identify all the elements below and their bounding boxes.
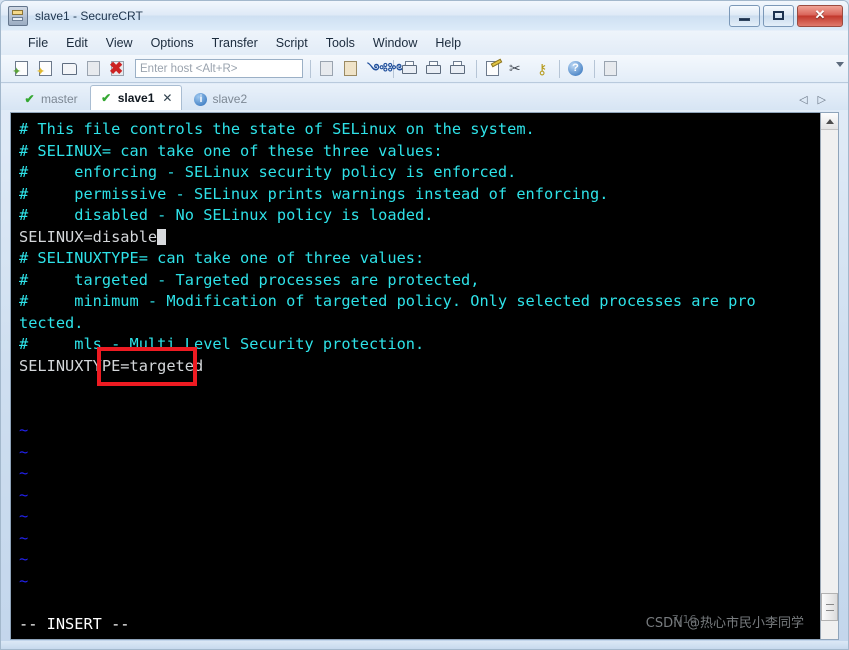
help-icon[interactable]: ? [565, 59, 587, 79]
paste-icon[interactable] [340, 59, 362, 79]
menu-item-help[interactable]: Help [426, 33, 470, 53]
toolbar: ✦ ✦ ✖ Enter host <Alt+R> ༺༻ ✂ ⚷ ? [1, 55, 848, 83]
terminal-line: ~ [19, 485, 29, 504]
terminal-line: ~ [19, 528, 29, 547]
tab-label: slave1 [117, 91, 155, 105]
toolbar-separator [594, 59, 595, 78]
toolbar-separator [476, 59, 477, 78]
text-cursor [157, 228, 167, 245]
print-screen-icon[interactable] [399, 59, 421, 79]
lock-window-icon[interactable] [600, 59, 622, 79]
tab-slave1[interactable]: ✔ slave1 ✕ [89, 85, 183, 110]
tab-label: slave2 [212, 92, 248, 106]
status-bar [1, 641, 848, 649]
terminal-line: SELINUX=disable [19, 227, 820, 249]
maximize-icon [773, 11, 784, 20]
terminal-screen[interactable]: # This file controls the state of SELinu… [11, 113, 820, 639]
watermark: CSDN @热心市民小李同学 7/16 [646, 612, 804, 631]
disconnect-icon[interactable]: ✖ [107, 59, 129, 79]
terminal-line: tected. [19, 313, 84, 332]
tab-label: master [41, 92, 78, 106]
terminal-scrollbar[interactable] [820, 113, 838, 639]
print-icon[interactable] [447, 59, 469, 79]
menu-item-tools[interactable]: Tools [317, 33, 364, 53]
vim-status-line: -- INSERT -- [19, 614, 130, 633]
securecrt-app-icon [8, 5, 28, 26]
terminal-line: # This file controls the state of SELinu… [19, 120, 535, 138]
terminal-line: ~ [19, 442, 29, 461]
terminal-line: # enforcing - SELinux security policy is… [19, 163, 517, 181]
terminal-line: ~ [19, 421, 29, 439]
menu-item-view[interactable]: View [97, 33, 142, 53]
scrollbar-thumb[interactable] [821, 593, 838, 621]
terminal-line: # targeted - Targeted processes are prot… [19, 270, 480, 289]
clear-screen-icon[interactable]: ✂ [506, 59, 528, 79]
title-bar[interactable]: slave1 - SecureCRT ✕ [1, 1, 848, 30]
key-icon[interactable]: ⚷ [530, 59, 552, 79]
terminal-line: ~ [19, 507, 29, 525]
close-icon: ✕ [814, 7, 826, 22]
menu-bar: File Edit View Options Transfer Script T… [1, 31, 848, 55]
reconnect-icon[interactable] [83, 59, 105, 79]
session-tab-bar: ✔ master ✔ slave1 ✕ i slave2 ◁ ▷ [1, 84, 848, 110]
toolbar-separator [310, 59, 311, 78]
host-input[interactable]: Enter host <Alt+R> [135, 59, 303, 78]
window-title: slave1 - SecureCRT [35, 8, 143, 23]
check-icon: ✔ [24, 91, 35, 106]
toolbar-overflow-icon[interactable] [836, 62, 844, 67]
terminal-line: # mls - Multi Level Security protection. [19, 335, 425, 353]
menu-item-edit[interactable]: Edit [57, 33, 97, 53]
toolbar-separator [559, 59, 560, 78]
scroll-up-icon[interactable] [821, 113, 838, 130]
tab-master[interactable]: ✔ master [13, 87, 88, 110]
menu-item-file[interactable]: File [19, 33, 57, 53]
terminal-line: ~ [19, 571, 29, 590]
terminal-line: SELINUXTYPE=targeted [19, 356, 204, 375]
tab-close-icon[interactable]: ✕ [162, 91, 172, 105]
window-controls: ✕ [729, 5, 843, 27]
terminal-line: # permissive - SELinux prints warnings i… [19, 184, 609, 203]
menu-item-options[interactable]: Options [142, 33, 203, 53]
copy-icon[interactable] [316, 59, 338, 79]
connect-local-shell-icon[interactable] [59, 59, 81, 79]
session-options-icon[interactable] [482, 58, 504, 79]
tab-scroll-right-icon[interactable]: ▷ [818, 94, 826, 106]
tab-slave2[interactable]: i slave2 [184, 87, 257, 110]
new-session-icon[interactable]: ✦ [11, 59, 33, 79]
menu-item-transfer[interactable]: Transfer [203, 33, 267, 53]
terminal-line: # disabled - No SELinux policy is loaded… [19, 206, 434, 224]
maximize-button[interactable] [763, 5, 794, 27]
find-icon[interactable]: ༺༻ [364, 59, 409, 79]
tab-scroll-controls: ◁ ▷ [799, 94, 826, 106]
terminal-panel: # This file controls the state of SELinu… [10, 112, 839, 640]
terminal-line: ~ [19, 550, 29, 568]
securecrt-window: slave1 - SecureCRT ✕ File Edit View Opti… [0, 0, 849, 650]
menu-item-window[interactable]: Window [364, 33, 426, 53]
watermark-text: CSDN @热心市民小李同学 [645, 616, 804, 631]
terminal-line: ~ [19, 464, 29, 482]
connect-session-icon[interactable]: ✦ [35, 59, 57, 79]
log-session-icon[interactable] [423, 59, 445, 79]
info-icon: i [194, 92, 208, 106]
terminal-line: # minimum - Modification of targeted pol… [19, 292, 756, 310]
check-icon: ✔ [101, 90, 112, 105]
close-button[interactable]: ✕ [797, 5, 843, 27]
watermark-overlay: 7/16 [671, 613, 697, 626]
menu-item-script[interactable]: Script [267, 33, 317, 53]
minimize-icon [739, 18, 750, 21]
tab-scroll-left-icon[interactable]: ◁ [799, 94, 807, 106]
terminal-line: # SELINUX= can take one of these three v… [19, 141, 443, 160]
minimize-button[interactable] [729, 5, 760, 27]
terminal-line: # SELINUXTYPE= can take one of three val… [19, 249, 425, 267]
